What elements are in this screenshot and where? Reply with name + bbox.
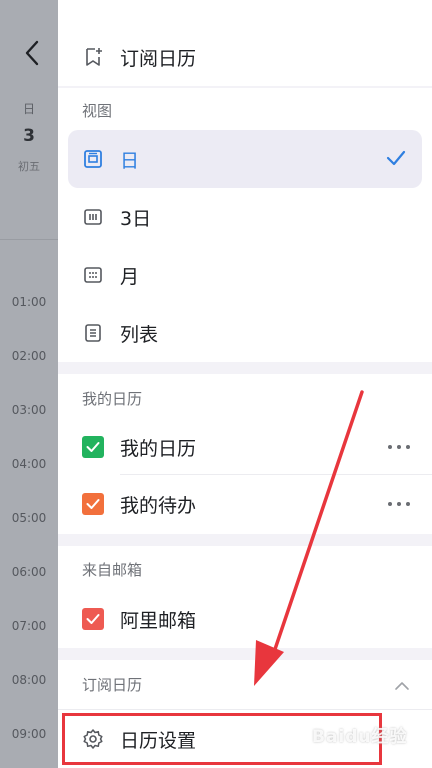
- watermark: Baidu经验: [312, 727, 408, 747]
- chevron-up-icon[interactable]: [394, 676, 410, 695]
- list-view-icon: [82, 322, 104, 344]
- checkbox-checked-icon[interactable]: [82, 436, 104, 458]
- my-calendars-title: 我的日历: [82, 390, 143, 408]
- calendar-item-todo[interactable]: 我的待办: [58, 481, 432, 527]
- section-divider: [58, 362, 432, 374]
- view-section-title: 视图: [82, 102, 113, 120]
- calendar-item-mine[interactable]: 我的日历: [58, 424, 432, 470]
- weekday-label: 日: [22, 102, 35, 116]
- calendar-item-mailbox[interactable]: 阿里邮箱: [58, 596, 432, 642]
- item-divider: [120, 474, 432, 475]
- back-button[interactable]: [18, 36, 46, 70]
- view-option-label: 列表: [120, 323, 159, 346]
- lunar-date: 初五: [18, 160, 40, 173]
- section-divider: [58, 648, 432, 660]
- view-option-label: 3日: [120, 207, 152, 230]
- view-option-label: 日: [120, 149, 140, 172]
- view-option-day[interactable]: 日: [58, 136, 432, 182]
- from-mailbox-title: 来自邮箱: [82, 561, 143, 579]
- month-view-icon: [82, 264, 104, 286]
- bookmark-add-icon: [82, 46, 104, 68]
- hour-label: 02:00: [11, 349, 47, 363]
- checkbox-checked-icon[interactable]: [82, 608, 104, 630]
- calendar-drawer: 订阅日历 视图 日 3日 月 列表 我的日历 我的日历 我的待办 来自邮箱 阿里…: [58, 0, 432, 768]
- day-view-icon: [82, 148, 104, 170]
- subscribed-section-header[interactable]: 订阅日历: [58, 664, 432, 704]
- check-icon: [386, 150, 406, 170]
- view-option-month[interactable]: 月: [58, 252, 432, 298]
- hour-label: 09:00: [11, 727, 47, 741]
- section-divider: [58, 709, 432, 710]
- subscribed-section-title: 订阅日历: [82, 676, 143, 694]
- hour-label: 06:00: [11, 565, 47, 579]
- hour-label: 08:00: [11, 673, 47, 687]
- three-day-view-icon: [82, 206, 104, 228]
- calendar-item-label: 我的待办: [120, 494, 197, 517]
- subscribe-calendar-item[interactable]: 订阅日历: [58, 34, 432, 80]
- view-option-label: 月: [120, 265, 140, 288]
- view-option-list[interactable]: 列表: [58, 310, 432, 356]
- section-divider: [58, 534, 432, 546]
- checkbox-checked-icon[interactable]: [82, 493, 104, 515]
- calendar-item-label: 阿里邮箱: [120, 609, 197, 632]
- more-options-icon[interactable]: [388, 444, 410, 450]
- view-option-3day[interactable]: 3日: [58, 194, 432, 240]
- hour-label: 05:00: [11, 511, 47, 525]
- hour-label: 03:00: [11, 403, 47, 417]
- hour-label: 01:00: [11, 295, 47, 309]
- hour-label: 04:00: [11, 457, 47, 471]
- day-number[interactable]: 3: [0, 126, 58, 146]
- calendar-item-label: 我的日历: [120, 437, 197, 460]
- back-arrow-icon: [25, 40, 39, 66]
- hour-label: 07:00: [11, 619, 47, 633]
- calendar-day-strip: 日 3 初五 01:00 02:00 03:00 04:00 05:00 06:…: [0, 0, 58, 768]
- section-divider: [58, 86, 432, 88]
- subscribe-calendar-label: 订阅日历: [120, 47, 197, 70]
- more-options-icon[interactable]: [388, 501, 410, 507]
- strip-divider: [0, 239, 58, 240]
